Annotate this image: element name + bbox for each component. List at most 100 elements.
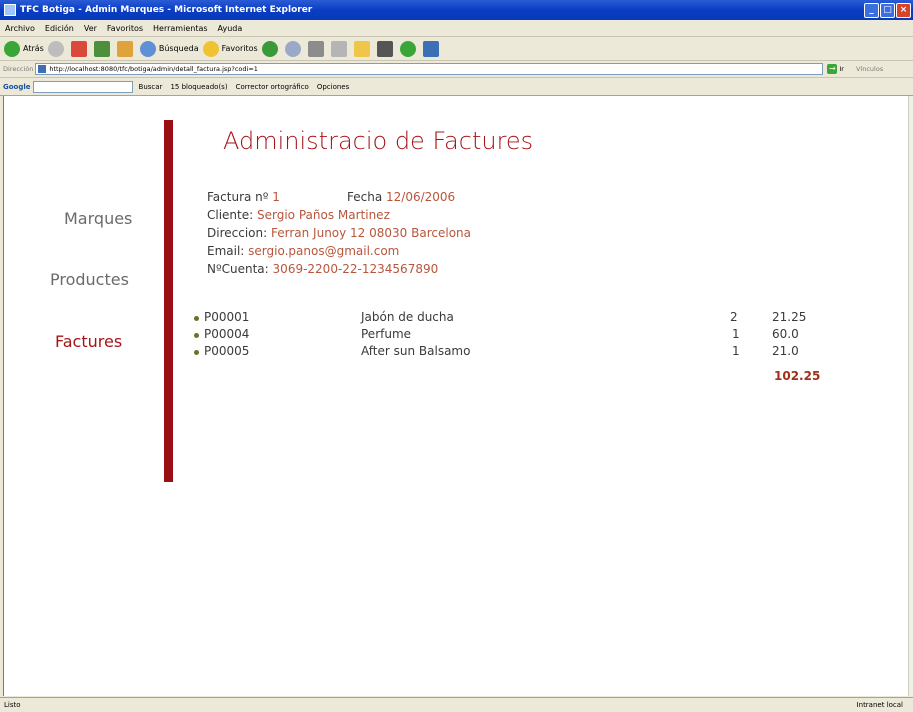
menu-ayuda[interactable]: Ayuda bbox=[213, 24, 248, 33]
status-text: Listo bbox=[4, 701, 21, 709]
item-code: P00005 bbox=[204, 344, 250, 358]
invoice-date-label: Fecha bbox=[347, 190, 383, 204]
email-label: Email: bbox=[207, 244, 245, 258]
invoice-number-line: Factura nº 1 bbox=[207, 190, 280, 204]
favorites-button[interactable]: Favoritos bbox=[202, 40, 258, 57]
go-arrow-icon: → bbox=[827, 64, 838, 74]
maximize-button[interactable]: □ bbox=[880, 2, 895, 18]
search-button[interactable]: Búsqueda bbox=[139, 40, 199, 57]
bullet-icon bbox=[194, 333, 199, 338]
home-button[interactable] bbox=[116, 40, 136, 57]
home-icon bbox=[116, 40, 133, 57]
page-content: Marques Productes Factures Administracio… bbox=[3, 96, 909, 696]
menu-archivo[interactable]: Archivo bbox=[0, 24, 40, 33]
menu-ver[interactable]: Ver bbox=[79, 24, 102, 33]
search-icon bbox=[139, 40, 156, 57]
item-name: Perfume bbox=[361, 327, 412, 341]
item-name: After sun Balsamo bbox=[361, 344, 471, 358]
stop-button[interactable] bbox=[70, 40, 90, 57]
client-label: Cliente: bbox=[207, 208, 254, 222]
history-icon bbox=[261, 40, 278, 57]
invoice-date-line: Fecha 12/06/2006 bbox=[347, 190, 455, 204]
item-name: Jabón de ducha bbox=[361, 310, 454, 324]
item-qty: 2 bbox=[730, 310, 738, 324]
email-line: Email: sergio.panos@gmail.com bbox=[207, 244, 399, 258]
item-qty: 1 bbox=[732, 344, 740, 358]
popup-blocked-button[interactable]: 15 bloqueado(s) bbox=[170, 83, 227, 91]
research-button[interactable] bbox=[376, 40, 396, 57]
refresh-icon bbox=[93, 40, 110, 57]
menu-edicion[interactable]: Edición bbox=[40, 24, 79, 33]
close-button[interactable]: × bbox=[896, 2, 911, 18]
folder-icon bbox=[353, 40, 370, 57]
history-button[interactable] bbox=[261, 40, 281, 57]
item-qty: 1 bbox=[732, 327, 740, 341]
google-options-button[interactable]: Opciones bbox=[317, 83, 349, 91]
security-zone: Intranet local bbox=[856, 701, 903, 709]
messenger-button[interactable] bbox=[399, 40, 419, 57]
google-logo[interactable]: Google bbox=[3, 83, 31, 91]
standard-toolbar: Atrás Búsqueda Favoritos bbox=[0, 37, 913, 61]
invoice-date: 12/06/2006 bbox=[386, 190, 456, 204]
account-line: NºCuenta: 3069-2200-22-1234567890 bbox=[207, 262, 438, 276]
nav-productes[interactable]: Productes bbox=[50, 270, 129, 289]
print-button[interactable] bbox=[307, 40, 327, 57]
mail-button[interactable] bbox=[284, 40, 304, 57]
window-title: TFC Botiga - Admin Marques - Microsoft I… bbox=[20, 5, 313, 15]
client-name: Sergio Paños Martinez bbox=[257, 208, 390, 222]
invoice-number-label: Factura nº bbox=[207, 190, 269, 204]
media-icon bbox=[422, 40, 439, 57]
ie-app-icon bbox=[4, 4, 16, 16]
research-icon bbox=[376, 40, 393, 57]
menu-herramientas[interactable]: Herramientas bbox=[148, 24, 213, 33]
bullet-icon bbox=[194, 316, 199, 321]
google-toolbar: Google Buscar 15 bloqueado(s) Corrector … bbox=[0, 78, 913, 96]
google-search-input[interactable] bbox=[32, 80, 133, 93]
media-button[interactable] bbox=[422, 40, 442, 57]
client-account: 3069-2200-22-1234567890 bbox=[272, 262, 439, 276]
google-search-button[interactable]: Buscar bbox=[139, 83, 163, 91]
client-email: sergio.panos@gmail.com bbox=[248, 244, 400, 258]
go-button[interactable]: → Ir bbox=[827, 64, 844, 74]
spell-check-button[interactable]: Corrector ortográfico bbox=[236, 83, 309, 91]
folder-button[interactable] bbox=[353, 40, 373, 57]
stop-icon bbox=[70, 40, 87, 57]
menu-bar: Archivo Edición Ver Favoritos Herramient… bbox=[0, 20, 913, 37]
page-icon bbox=[38, 65, 47, 73]
address-input[interactable]: http://localhost:8080/tfc/botiga/admin/d… bbox=[35, 63, 824, 75]
printer-icon bbox=[307, 40, 324, 57]
menu-favoritos[interactable]: Favoritos bbox=[102, 24, 148, 33]
forward-button[interactable] bbox=[47, 40, 67, 57]
forward-arrow-icon bbox=[47, 40, 64, 57]
address-label: Dirección bbox=[3, 65, 34, 73]
minimize-button[interactable]: _ bbox=[864, 2, 879, 18]
client-address: Ferran Junoy 12 08030 Barcelona bbox=[270, 226, 471, 240]
back-arrow-icon bbox=[4, 40, 20, 57]
client-line: Cliente: Sergio Paños Martinez bbox=[207, 208, 390, 222]
item-code: P00001 bbox=[204, 310, 250, 324]
direccion-label: Direccion: bbox=[207, 226, 268, 240]
bullet-icon bbox=[194, 350, 199, 355]
address-url: http://localhost:8080/tfc/botiga/admin/d… bbox=[49, 65, 258, 73]
links-label[interactable]: Vínculos bbox=[856, 65, 883, 73]
vertical-scrollbar[interactable] bbox=[908, 96, 913, 696]
address-bar: Dirección http://localhost:8080/tfc/boti… bbox=[0, 61, 913, 78]
mail-icon bbox=[284, 40, 301, 57]
item-price: 60.0 bbox=[772, 327, 799, 341]
messenger-icon bbox=[399, 40, 416, 57]
star-icon bbox=[202, 40, 219, 57]
edit-button[interactable] bbox=[330, 40, 350, 57]
invoice-total: 102.25 bbox=[774, 369, 821, 383]
refresh-button[interactable] bbox=[93, 40, 113, 57]
sidebar-divider bbox=[164, 120, 173, 482]
status-bar: Listo Intranet local bbox=[0, 697, 913, 712]
item-price: 21.25 bbox=[772, 310, 807, 324]
edit-icon bbox=[330, 40, 347, 57]
window-title-bar: TFC Botiga - Admin Marques - Microsoft I… bbox=[0, 0, 913, 20]
item-price: 21.0 bbox=[772, 344, 799, 358]
nav-marques[interactable]: Marques bbox=[64, 209, 132, 228]
nav-factures[interactable]: Factures bbox=[55, 332, 122, 351]
item-code: P00004 bbox=[204, 327, 250, 341]
account-label: NºCuenta: bbox=[207, 262, 269, 276]
back-button[interactable]: Atrás bbox=[4, 40, 44, 57]
